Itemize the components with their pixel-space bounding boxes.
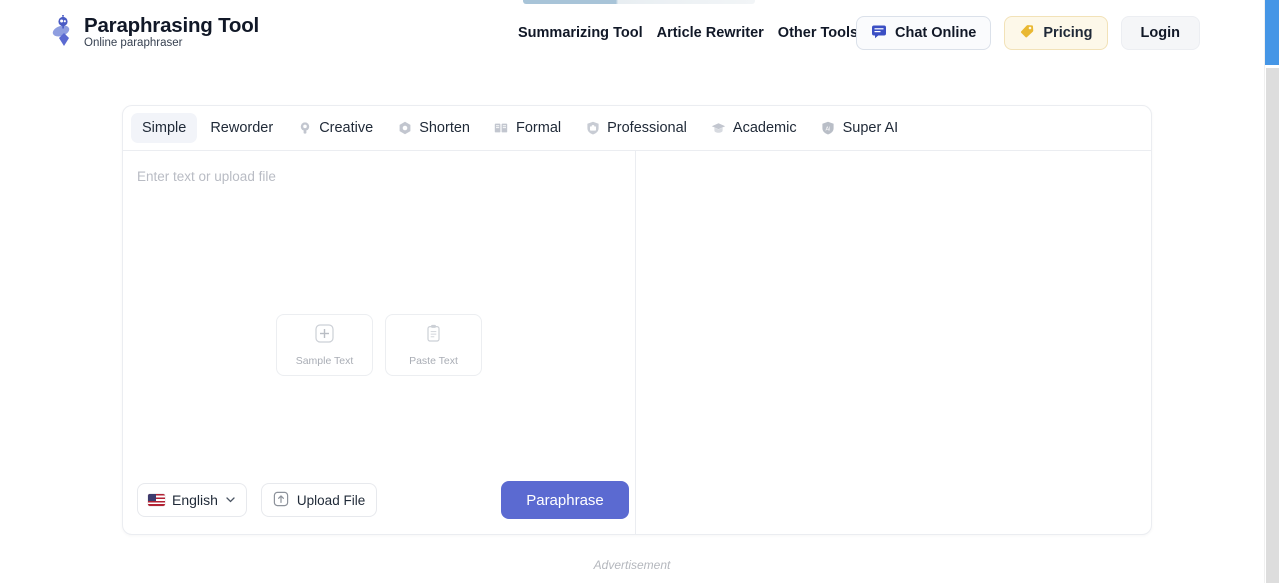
clipboard-icon [424, 324, 443, 348]
tab-label: Professional [607, 120, 687, 136]
brand-subtitle: Online paraphraser [84, 38, 259, 50]
brand-title: Paraphrasing Tool [84, 16, 259, 37]
graduation-cap-icon [711, 121, 726, 136]
output-pane[interactable] [636, 151, 1151, 535]
mode-tabs: Simple Reworder Creative Short [123, 106, 1151, 151]
upload-box-icon [273, 491, 289, 510]
advertisement-label: Advertisement [0, 558, 1264, 572]
chat-online-button[interactable]: Chat Online [856, 16, 991, 50]
tab-label: Academic [733, 120, 797, 136]
nav-summarizing-tool[interactable]: Summarizing Tool [518, 25, 650, 41]
us-flag-icon [148, 494, 165, 506]
chat-bubble-icon [871, 23, 887, 43]
nav-article-rewriter[interactable]: Article Rewriter [650, 25, 771, 41]
header-actions: Chat Online Pricing Login [856, 0, 1200, 65]
scrollbar-thumb[interactable] [1265, 0, 1279, 65]
chat-online-label: Chat Online [895, 25, 976, 41]
upload-file-button[interactable]: Upload File [261, 483, 377, 517]
shield-ai-icon: AI [821, 121, 836, 136]
tab-shorten[interactable]: Shorten [386, 113, 481, 143]
input-placeholder: Enter text or upload file [137, 169, 276, 184]
tab-label: Reworder [210, 120, 273, 136]
paste-text-label: Paste Text [409, 355, 458, 367]
tab-label: Shorten [419, 120, 470, 136]
quick-actions: Sample Text Paste Text [123, 314, 635, 376]
paraphrase-button[interactable]: Paraphrase [501, 481, 629, 519]
sample-text-button[interactable]: Sample Text [276, 314, 373, 376]
login-button[interactable]: Login [1121, 16, 1200, 50]
tab-super-ai[interactable]: AI Super AI [810, 113, 910, 143]
input-toolbar: English Upload File [123, 465, 635, 535]
sample-text-label: Sample Text [296, 355, 354, 367]
site-header: Paraphrasing Tool Online paraphraser Sum… [0, 0, 1264, 65]
paraphraser-card: Simple Reworder Creative Short [122, 105, 1152, 535]
chevron-down-icon [225, 492, 236, 508]
tab-professional[interactable]: Professional [574, 113, 698, 143]
book-icon [494, 121, 509, 136]
tab-label: Creative [319, 120, 373, 136]
editor-panes: Enter text or upload file Sample Text [123, 151, 1151, 535]
hexagon-icon [397, 121, 412, 136]
shield-briefcase-icon [585, 121, 600, 136]
plus-square-icon [315, 324, 334, 348]
paste-text-button[interactable]: Paste Text [385, 314, 482, 376]
lightbulb-icon [297, 121, 312, 136]
language-label: English [172, 492, 218, 508]
tab-label: Simple [142, 120, 186, 136]
scrollbar-rest-track[interactable] [1266, 68, 1279, 583]
robot-paraphrase-logo-icon [52, 15, 76, 51]
price-tag-icon [1019, 23, 1035, 43]
tab-academic[interactable]: Academic [700, 113, 808, 143]
tab-label: Super AI [843, 120, 899, 136]
tab-simple[interactable]: Simple [131, 113, 197, 143]
tab-creative[interactable]: Creative [286, 113, 384, 143]
tab-label: Formal [516, 120, 561, 136]
upload-file-label: Upload File [297, 493, 365, 508]
svg-text:AI: AI [826, 126, 831, 132]
page-scrollbar[interactable] [1264, 0, 1280, 583]
pricing-label: Pricing [1043, 25, 1092, 41]
main-navigation: Summarizing Tool Article Rewriter Other … [518, 0, 865, 65]
pricing-button[interactable]: Pricing [1004, 16, 1107, 50]
tab-formal[interactable]: Formal [483, 113, 572, 143]
input-pane[interactable]: Enter text or upload file Sample Text [123, 151, 636, 535]
language-selector[interactable]: English [137, 483, 247, 517]
login-label: Login [1141, 25, 1180, 41]
tab-reworder[interactable]: Reworder [199, 113, 284, 143]
brand-logo[interactable]: Paraphrasing Tool Online paraphraser [52, 15, 259, 51]
nav-other-tools[interactable]: Other Tools [771, 25, 865, 41]
